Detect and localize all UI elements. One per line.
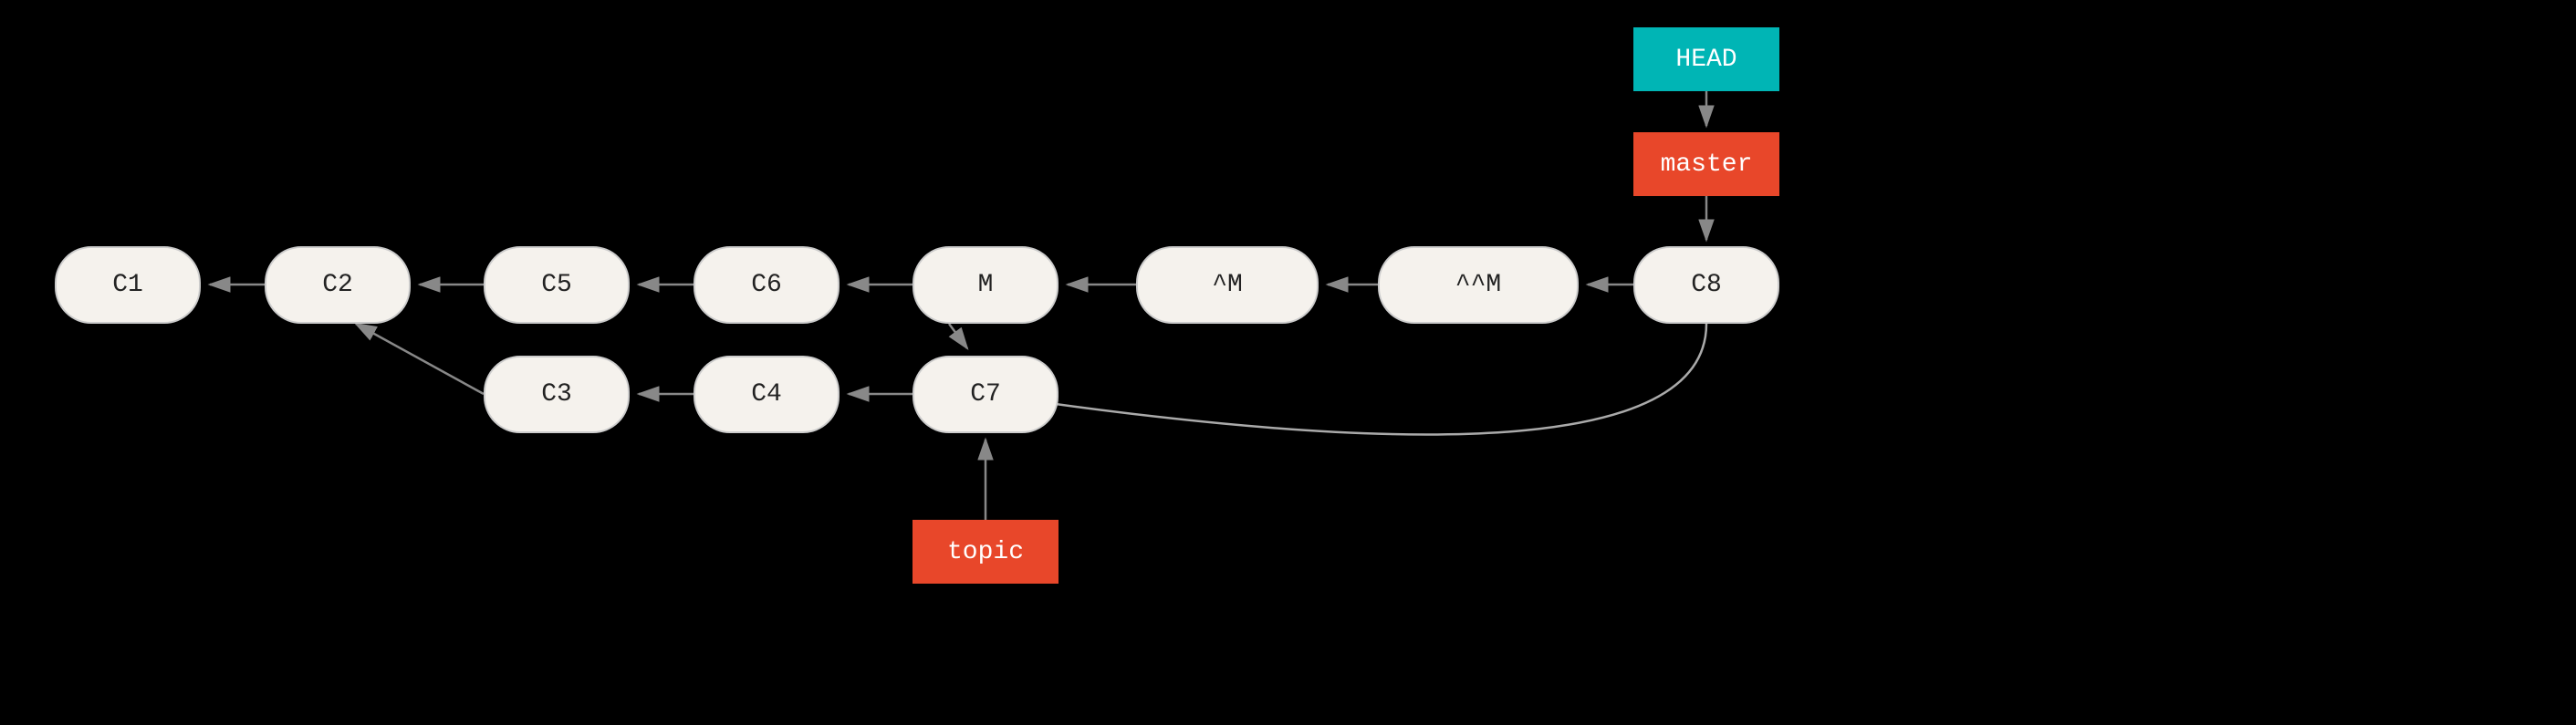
label-head: HEAD xyxy=(1633,27,1779,91)
commit-c7: C7 xyxy=(913,356,1059,433)
commit-c6: C6 xyxy=(694,246,840,324)
commit-c2: C2 xyxy=(265,246,411,324)
commit-c8: C8 xyxy=(1633,246,1779,324)
commit-c1: C1 xyxy=(55,246,201,324)
commit-c3: C3 xyxy=(484,356,630,433)
label-master: master xyxy=(1633,132,1779,196)
diagram-container: C1 C2 C3 C4 C5 C6 C7 M ^M ^^M C8 HEAD xyxy=(0,0,2576,725)
commit-m: M xyxy=(913,246,1059,324)
label-topic: topic xyxy=(913,520,1059,584)
commit-hhm: ^^M xyxy=(1378,246,1579,324)
commit-c5: C5 xyxy=(484,246,630,324)
arrows-svg xyxy=(0,0,2576,725)
commit-c4: C4 xyxy=(694,356,840,433)
commit-hm: ^M xyxy=(1136,246,1319,324)
